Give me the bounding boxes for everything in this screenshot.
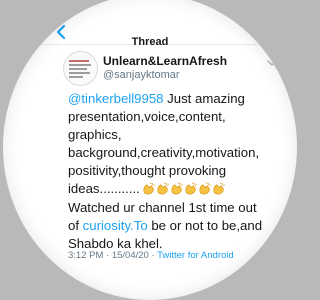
tweet-line: graphics, [68, 127, 122, 143]
tweet-thread-view: Thread Unlearn&LearnAfresh @sanjayktomar… [3, 0, 297, 300]
tweet-source-link[interactable]: Twitter for Android [157, 250, 234, 261]
tweet-line: Just amazing [163, 91, 245, 106]
tweet-text: @tinkerbell9958 Just amazing presentatio… [68, 90, 296, 253]
tweet-line: background,creativity,motivation, [68, 145, 260, 161]
tweet-line-prefix: of [68, 217, 83, 233]
mention-link[interactable]: @tinkerbell9958 [68, 91, 164, 106]
tweet-line: positivity,thought provoking [68, 163, 227, 179]
tweet-date: 15/04/20 [111, 250, 149, 261]
chevron-down-icon[interactable] [267, 60, 277, 66]
clapping-hands-icon [143, 183, 155, 195]
clapping-hands-icon [171, 183, 183, 195]
tweet-line: Watched ur channel 1st time out [68, 199, 257, 215]
tweet-meta: 3:12 PM · 15/04/20 · Twitter for Android [68, 250, 234, 261]
tweet-line: presentation,voice,content, [68, 109, 226, 125]
tweet-line: be or not to be,and [147, 217, 263, 233]
meta-separator: · [103, 250, 112, 261]
thread-header: Thread [3, 0, 297, 48]
url-link[interactable]: curiosity.To [83, 218, 148, 233]
clapping-hands-icon [199, 183, 211, 195]
clap-emoji-row [142, 182, 226, 195]
clapping-hands-icon [185, 183, 197, 195]
tweet-line: ideas........... [68, 181, 140, 197]
clapping-hands-icon [213, 183, 225, 195]
clapping-hands-icon [157, 183, 169, 195]
user-display-name[interactable]: Unlearn&LearnAfresh [103, 54, 227, 68]
user-handle[interactable]: @sanjayktomar [103, 69, 180, 81]
avatar[interactable] [63, 51, 98, 86]
tweet-time: 3:12 PM [68, 250, 104, 261]
meta-separator: · [148, 250, 158, 261]
page-title: Thread [131, 36, 169, 48]
